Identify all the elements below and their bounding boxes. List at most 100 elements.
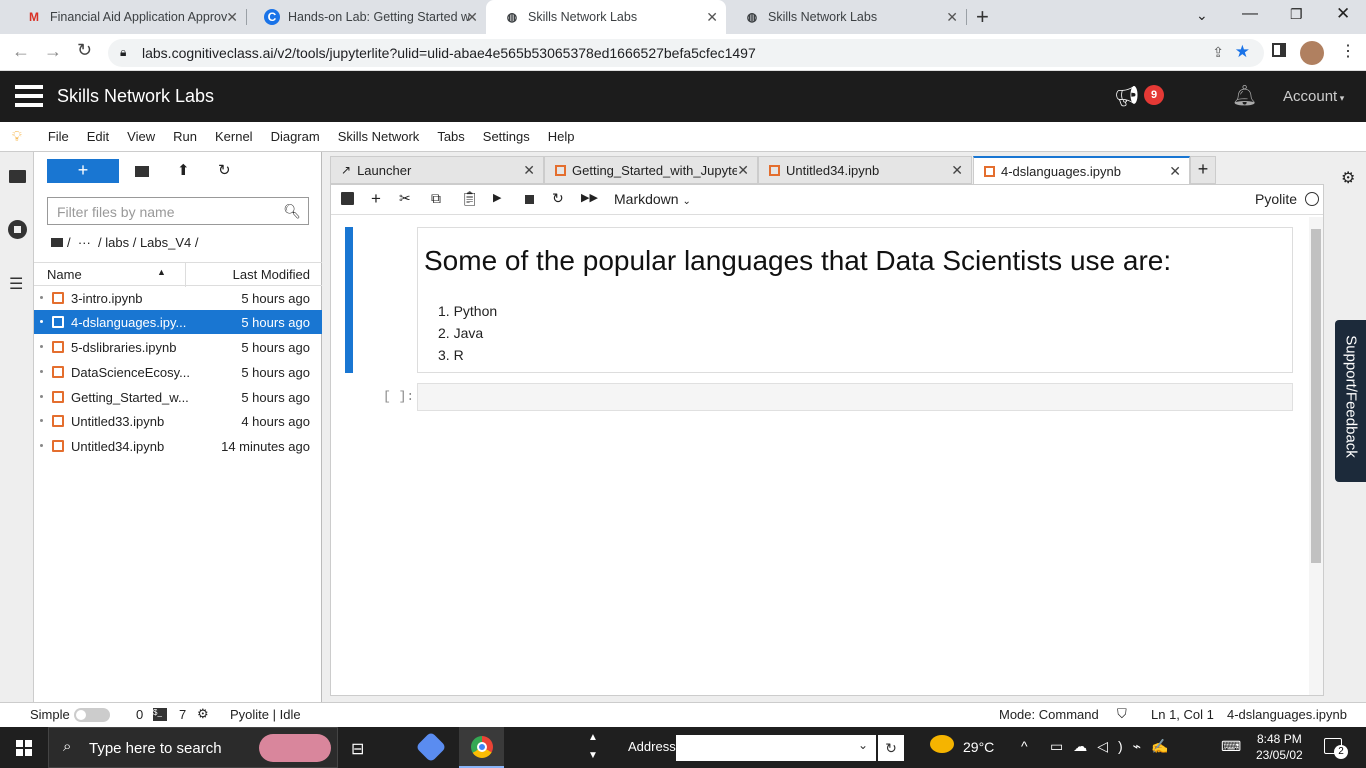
menu-edit[interactable]: Edit [87,129,109,144]
breadcrumb-path[interactable]: / ··· / labs / Labs_V4 / [67,235,199,250]
new-launcher-button[interactable]: + [47,159,119,183]
kernel-name[interactable]: Pyolite [1255,191,1297,207]
close-icon[interactable]: ✕ [1169,163,1181,180]
hamburger-menu-icon[interactable] [15,85,43,107]
table-of-contents-icon[interactable]: ☰ [9,274,23,294]
refresh-icon[interactable]: ↻ [218,161,231,179]
menu-run[interactable]: Run [173,129,197,144]
file-row[interactable]: DataScienceEcosy... 5 hours ago [34,360,322,384]
close-icon[interactable]: ✕ [737,162,749,179]
cell-type-select[interactable]: Markdown ⌄ [614,191,691,207]
restore-button[interactable]: ❐ [1290,6,1303,23]
simple-mode-toggle[interactable] [74,708,110,722]
cut-icon[interactable]: ✂ [399,190,411,207]
close-icon[interactable]: ✕ [951,162,963,179]
paste-icon[interactable]: 📋︎ [461,190,479,207]
cursor-position[interactable]: Ln 1, Col 1 [1151,707,1214,722]
run-icon[interactable]: ▶ [493,191,501,204]
tab-search-icon[interactable]: ⌄ [1196,7,1208,24]
save-icon[interactable] [341,192,354,205]
menu-skills-network[interactable]: Skills Network [338,129,420,144]
property-inspector-icon[interactable]: ⚙ [1341,168,1355,188]
insert-cell-icon[interactable]: + [371,189,381,209]
file-row[interactable]: Getting_Started_w... 5 hours ago [34,385,322,409]
close-icon[interactable]: ✕ [466,9,478,26]
scroll-arrows-icon[interactable]: ▲ ▼ [588,729,598,765]
menu-help[interactable]: Help [548,129,575,144]
profile-avatar[interactable] [1300,41,1324,65]
chevron-down-icon[interactable]: ⌄ [858,738,868,752]
kernel-count[interactable]: 7 [179,707,186,722]
file-row[interactable]: 3-intro.ipynb 5 hours ago [34,286,322,310]
home-folder-icon[interactable] [51,238,63,247]
megaphone-icon[interactable]: 📢︎ [1114,84,1139,109]
app-icon-copilot[interactable] [415,731,447,763]
file-row[interactable]: 5-dslibraries.ipynb 5 hours ago [34,335,322,359]
filter-files-field[interactable]: Filter files by name 🔍︎ [47,197,309,225]
menu-view[interactable]: View [127,129,155,144]
new-folder-icon[interactable] [135,166,149,177]
reload-icon[interactable]: ↻ [77,40,92,61]
browser-tab-skills-1[interactable]: ◍ Skills Network Labs ✕ [486,0,726,34]
app-title[interactable]: Skills Network Labs [57,86,214,107]
code-cell-input[interactable] [417,383,1293,411]
bookmark-star-icon[interactable]: ★ [1235,42,1250,62]
running-stop-icon[interactable] [8,220,27,239]
forward-icon[interactable]: → [44,41,62,62]
copy-icon[interactable]: ⧉ [431,190,441,207]
chrome-menu-icon[interactable]: ⋮ [1340,41,1356,61]
task-view-icon[interactable]: ⊟ [351,739,364,759]
address-toolbar-input[interactable]: ⌄ [676,735,876,761]
new-tab-plus-button[interactable]: + [1190,156,1216,184]
menu-file[interactable]: File [48,129,69,144]
file-row-selected[interactable]: 4-dslanguages.ipy... 5 hours ago [34,310,322,334]
upload-icon[interactable]: ⬆ [177,161,190,179]
menu-diagram[interactable]: Diagram [271,129,320,144]
account-menu[interactable]: Account ▾ [1283,88,1344,105]
close-icon[interactable]: ✕ [523,162,535,179]
browser-tab-gmail[interactable]: M Financial Aid Application Approv ✕ [8,0,247,34]
weather-temp[interactable]: 29°C [963,739,994,755]
url-input[interactable]: 🔒︎ labs.cognitiveclass.ai/v2/tools/jupyt… [108,39,1264,67]
menu-tabs[interactable]: Tabs [437,129,464,144]
address-go-button[interactable]: ↻ [878,735,904,761]
browser-tab-coursera[interactable]: C Hands-on Lab: Getting Started w ✕ [246,0,486,34]
side-panel-icon[interactable] [1272,43,1286,57]
file-row[interactable]: Untitled33.ipynb 4 hours ago [34,409,322,433]
restart-icon[interactable]: ↻ [552,190,564,207]
folder-icon[interactable] [9,170,26,183]
tab-4-dslanguages[interactable]: 4-dslanguages.ipynb ✕ [973,156,1190,185]
back-icon[interactable]: ← [12,41,30,62]
file-row[interactable]: Untitled34.ipynb 14 minutes ago [34,434,322,458]
chrome-taskbar-icon[interactable] [459,727,504,768]
weather-icon[interactable] [930,735,954,753]
stop-icon[interactable] [525,195,534,204]
taskbar-search-box[interactable]: ⌕ Type here to search [48,727,338,768]
tray-chevron-icon[interactable]: ^ [1021,738,1028,754]
column-last-modified[interactable]: Last Modified [233,267,310,282]
notebook-scrollbar[interactable] [1309,217,1323,695]
tray-icons[interactable]: ▭☁◁)⌁✍ [1050,738,1179,755]
markdown-cell[interactable]: Some of the popular languages that Data … [417,227,1293,373]
menu-kernel[interactable]: Kernel [215,129,253,144]
close-window-button[interactable]: ✕ [1336,4,1350,24]
new-tab-button[interactable]: + [976,4,989,30]
browser-tab-skills-2[interactable]: ◍ Skills Network Labs ✕ [726,0,967,34]
menu-settings[interactable]: Settings [483,129,530,144]
bell-icon[interactable]: 🔔︎ [1232,83,1257,108]
kernel-status[interactable]: Pyolite | Idle [230,707,301,722]
tab-getting-started[interactable]: Getting_Started_with_Jupyter ✕ [544,156,758,184]
share-icon[interactable]: ⇪ [1212,44,1224,61]
close-icon[interactable]: ✕ [946,9,958,26]
column-name[interactable]: Name [47,267,82,282]
tab-untitled34[interactable]: Untitled34.ipynb ✕ [758,156,972,184]
terminal-count[interactable]: 0 [136,707,143,722]
shield-icon[interactable]: ⛉ [1117,706,1127,722]
tab-launcher[interactable]: ↗ Launcher ✕ [330,156,544,184]
close-icon[interactable]: ✕ [226,9,238,26]
keyboard-icon[interactable]: ⌨ [1221,738,1241,755]
support-feedback-tab[interactable]: Support/Feedback [1335,320,1366,482]
windows-start-icon[interactable] [16,740,32,756]
close-icon[interactable]: ✕ [706,9,718,26]
breadcrumb[interactable]: / ··· / labs / Labs_V4 / [51,235,199,250]
